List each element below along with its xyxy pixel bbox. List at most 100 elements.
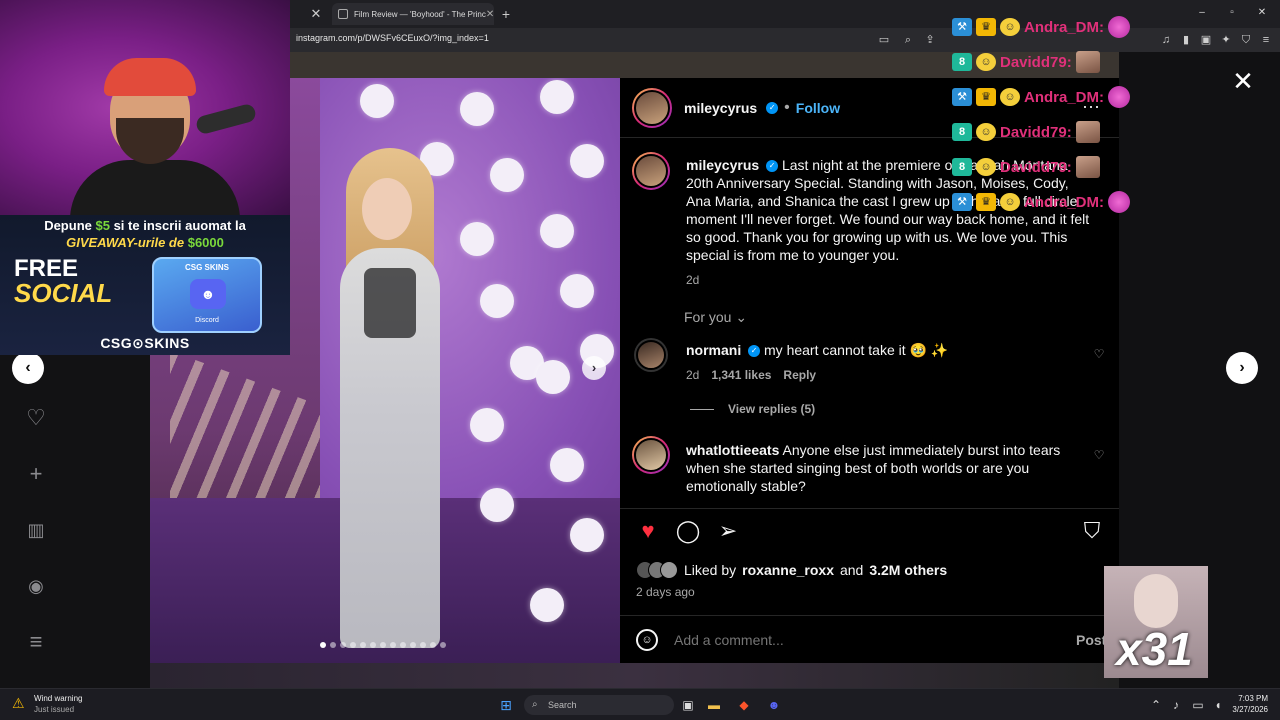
ai-icon[interactable]: ✦	[1218, 32, 1234, 48]
share-icon[interactable]: ⇪	[922, 32, 938, 48]
previous-post-arrow-icon[interactable]: ‹	[12, 352, 44, 384]
giveaway-promo-banner: Depune $5 si te inscrii auomat la GIVEAW…	[0, 215, 290, 355]
sidebar-icon[interactable]: ▮	[1178, 32, 1194, 48]
discord-icon: ☻	[190, 279, 226, 309]
follow-button[interactable]: Follow	[796, 100, 840, 116]
comment-username[interactable]: whatlottieeats	[686, 442, 779, 458]
shield-icon[interactable]: ⛉	[1238, 32, 1254, 48]
active-tab[interactable]: Film Review — 'Boyhood' - The Princ ✕	[332, 3, 494, 25]
tab-close-icon[interactable]: ✕	[486, 9, 494, 20]
new-tab-button[interactable]: +	[498, 5, 514, 23]
comment-like-heart-icon[interactable]: ♡	[1092, 448, 1106, 462]
wallet-icon[interactable]: ▣	[1198, 32, 1214, 48]
carousel-dot	[440, 642, 446, 648]
promo-text: GIVEAWAY-urile de	[66, 235, 185, 250]
close-post-icon[interactable]: ✕	[1230, 68, 1256, 94]
maximize-button[interactable]: ▫	[1222, 4, 1242, 22]
comment-sort-dropdown[interactable]: For you ⌄	[684, 309, 747, 326]
liker-avatars	[636, 561, 678, 579]
post-comment-button[interactable]: Post	[1076, 632, 1106, 648]
emoji-badge-icon: ☺	[976, 53, 996, 71]
add-comment-bar: ☺ Post	[620, 615, 1119, 663]
comment-avatar[interactable]	[632, 436, 670, 474]
dashboard-icon[interactable]: ▥	[22, 516, 50, 544]
carousel-indicator	[320, 642, 446, 648]
media-icon[interactable]: ♫	[1158, 32, 1174, 48]
crown-badge-icon: ♛	[976, 193, 996, 211]
more-menu-icon[interactable]: ≡	[22, 628, 50, 656]
minimize-button[interactable]: –	[1192, 4, 1212, 22]
create-plus-icon[interactable]: +	[22, 460, 50, 488]
promo-text: si te inscrii auomat la	[113, 218, 246, 233]
carousel-dot	[340, 642, 346, 648]
chevron-down-icon: ⌄	[735, 309, 748, 325]
task-view-icon[interactable]: ▣	[680, 697, 696, 713]
chat-username: Davidd79:	[1000, 158, 1072, 176]
comment-avatar[interactable]	[634, 338, 668, 372]
notifications-heart-icon[interactable]: ♡	[22, 404, 50, 432]
url-text[interactable]: instagram.com/p/DWSFv6CEuxO/?img_index=1	[296, 33, 489, 43]
chat-message: 8 ☺ Davidd79:	[952, 156, 1100, 178]
streak-badge-icon: ⚒	[952, 18, 972, 36]
save-bookmark-icon[interactable]: ⛉	[1078, 517, 1106, 545]
emoji-badge-icon: ☺	[976, 158, 996, 176]
reply-button[interactable]: Reply	[783, 366, 816, 384]
comment-time: 2d	[686, 368, 700, 382]
clock-time[interactable]: 7:03 PM	[1228, 694, 1268, 703]
caption-time: 2d	[686, 273, 700, 287]
comment-username[interactable]: normani	[686, 342, 741, 358]
liked-by-count[interactable]: 3.2M others	[869, 562, 947, 578]
chat-username: Davidd79:	[1000, 53, 1072, 71]
comment-like-heart-icon[interactable]: ♡	[1092, 347, 1106, 361]
chat-username: Davidd79:	[1000, 123, 1072, 141]
view-replies-label: View replies (5)	[728, 402, 816, 416]
warning-icon[interactable]: ⚠	[12, 695, 28, 711]
liked-by-user[interactable]: roxanne_roxx	[742, 562, 834, 578]
zoom-icon[interactable]: ⌕	[900, 32, 916, 48]
comment-bubble-icon[interactable]: ◯	[674, 517, 702, 545]
search-icon: ⌕	[532, 699, 538, 710]
chat-message: ⚒ ♛ ☺ Andra_DM:	[952, 86, 1131, 108]
emoji-icon[interactable]: ☺	[636, 629, 658, 651]
next-post-arrow-icon[interactable]: ›	[1226, 352, 1258, 384]
weather-title[interactable]: Wind warning	[34, 694, 82, 703]
close-window-button[interactable]: ✕	[1252, 4, 1272, 22]
tier-badge-icon: 8	[952, 123, 972, 141]
profile-avatar-icon[interactable]: ◉	[22, 572, 50, 600]
chat-emote	[1075, 51, 1100, 73]
promo-amount: $6000	[187, 235, 224, 250]
caption-avatar[interactable]	[632, 152, 670, 190]
view-replies-button[interactable]: View replies (5)	[690, 402, 815, 416]
brave-browser-icon[interactable]: ◆	[736, 697, 752, 713]
clock-date[interactable]: 3/27/2026	[1224, 705, 1268, 714]
comment: normani ✓ my heart cannot take it 🥹 ✨ 2d…	[686, 341, 1076, 384]
carousel-dot	[370, 642, 376, 648]
search-label: Search	[548, 700, 577, 710]
display-icon[interactable]: ▭	[1190, 697, 1206, 713]
discord-taskbar-icon[interactable]: ☻	[766, 697, 782, 713]
author-avatar[interactable]	[632, 88, 672, 128]
show-hidden-icons-chevron-icon[interactable]: ⌃	[1148, 697, 1164, 713]
taskbar-search[interactable]: ⌕ Search	[524, 695, 674, 715]
separator-dot: •	[784, 99, 790, 116]
next-image-arrow-icon[interactable]: ›	[582, 356, 606, 380]
emoji-badge-icon: ☺	[1000, 193, 1020, 211]
share-send-icon[interactable]: ➢	[714, 517, 742, 545]
menu-icon[interactable]: ≡	[1258, 32, 1274, 48]
file-explorer-icon[interactable]: ▬	[706, 697, 722, 713]
posted-ago: 2 days ago	[636, 585, 695, 599]
like-heart-icon[interactable]: ♥	[634, 517, 662, 545]
previous-tab-close-icon[interactable]: ✕	[306, 5, 326, 23]
caption-username[interactable]: mileycyrus	[686, 157, 759, 173]
volume-icon[interactable]: ♪	[1168, 697, 1184, 713]
screen-cast-icon[interactable]: ▭	[876, 32, 892, 48]
author-username[interactable]: mileycyrus	[684, 100, 757, 116]
windows-start-icon[interactable]: ⊞	[498, 697, 514, 713]
comment-likes[interactable]: 1,341 likes	[711, 366, 771, 384]
streamer-webcam	[0, 0, 290, 215]
chat-message: ⚒ ♛ ☺ Andra_DM:	[952, 191, 1131, 213]
add-comment-input[interactable]	[674, 628, 1054, 652]
tab-title: Film Review — 'Boyhood' - The Princ	[354, 9, 486, 19]
tier-badge-icon: 8	[952, 158, 972, 176]
streak-badge-icon: ⚒	[952, 193, 972, 211]
